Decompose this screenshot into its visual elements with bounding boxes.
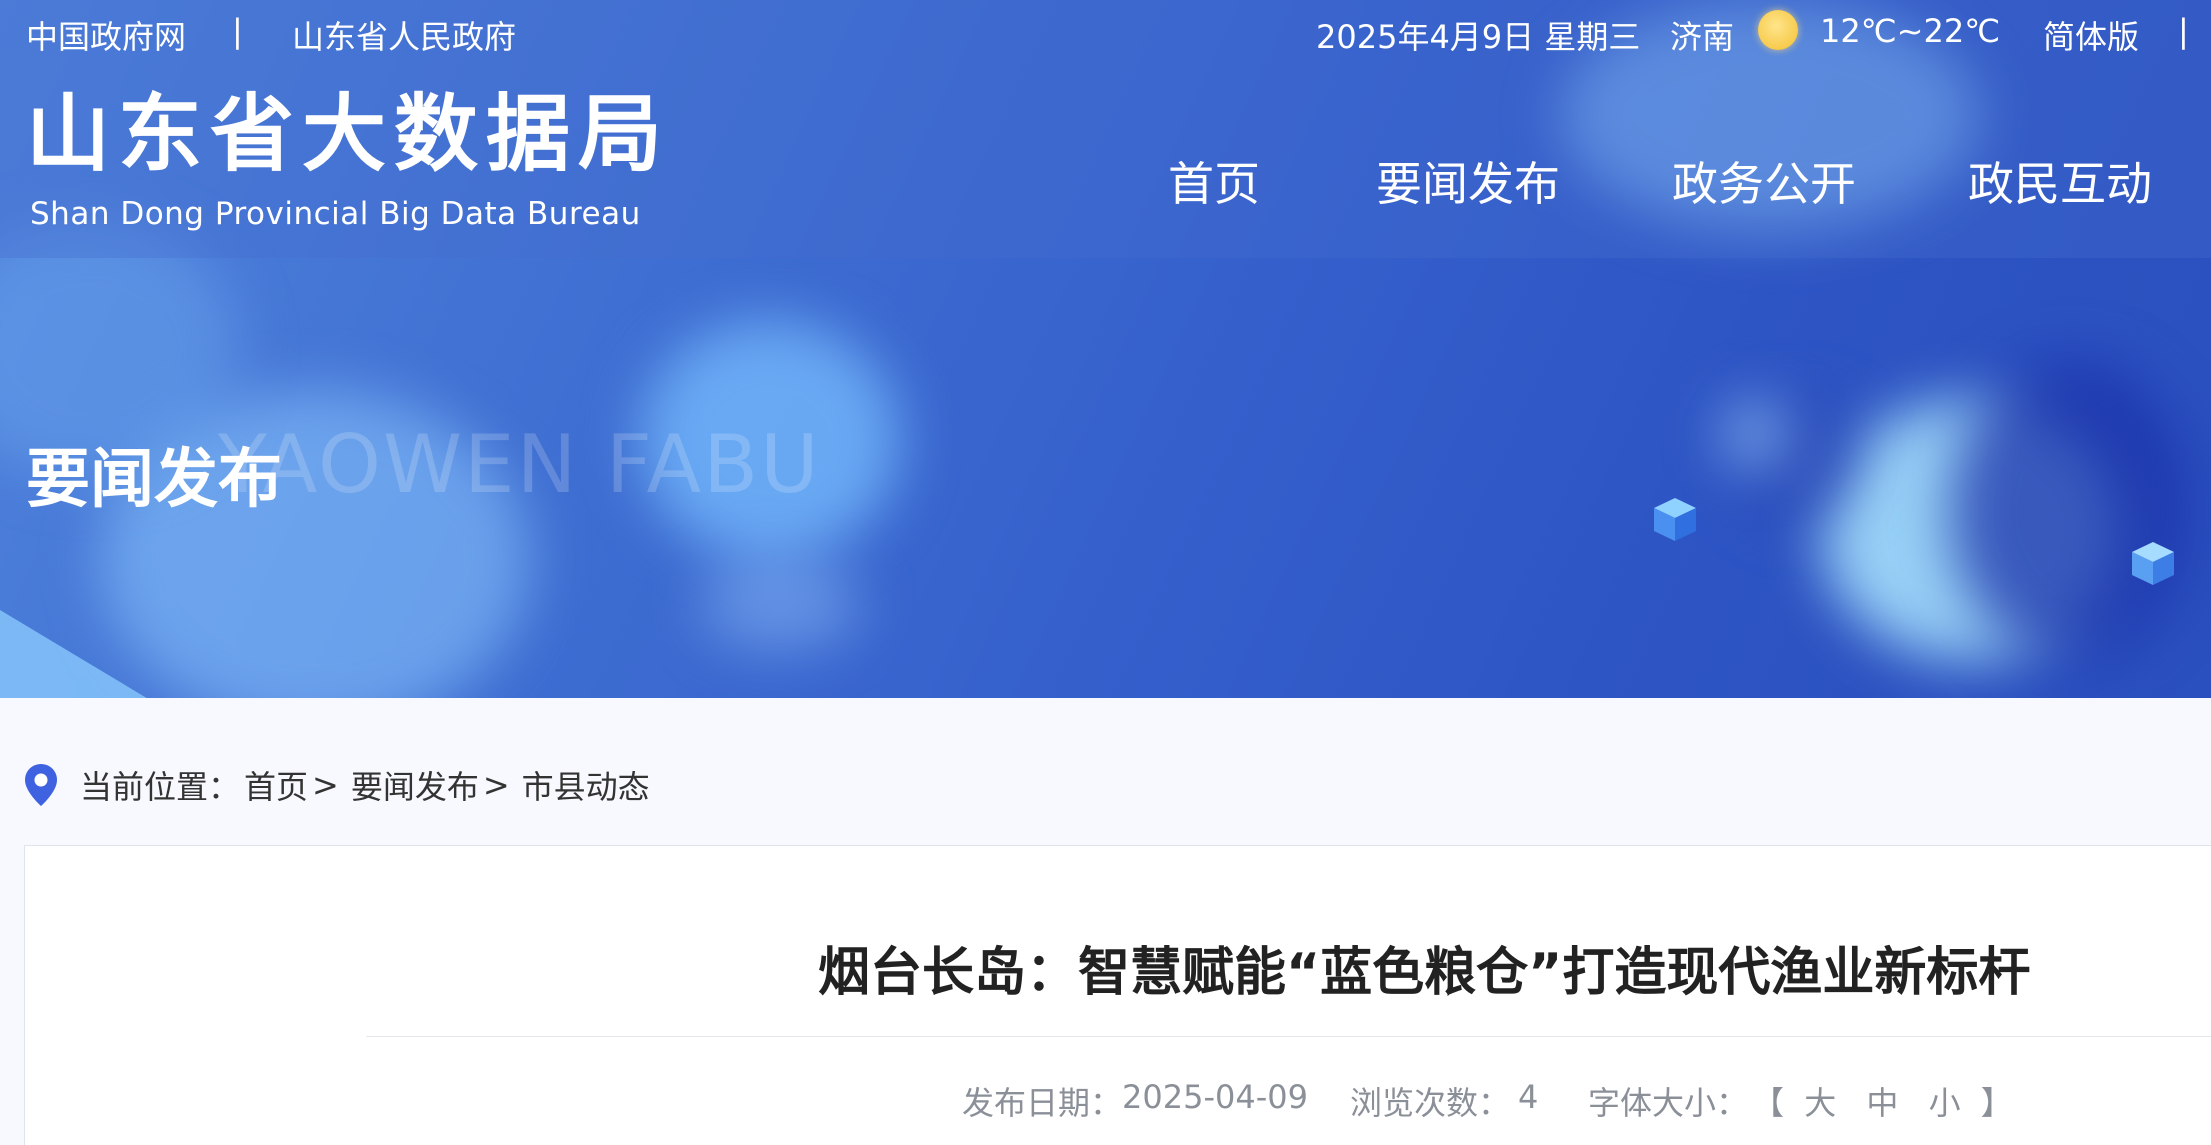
topbar-divider: | <box>232 12 243 50</box>
weather-temperature: 12℃~22℃ <box>1820 12 2001 50</box>
hero-banner: 中国政府网 | 山东省人民政府 2025年4月9日 星期三 济南 12℃~22℃… <box>0 0 2211 698</box>
site-logo-title[interactable]: 山东省大数据局 <box>26 92 670 176</box>
breadcrumb-separator: > <box>312 766 339 804</box>
link-shandong-gov[interactable]: 山东省人民政府 <box>292 12 516 58</box>
weather-city: 济南 <box>1670 18 1735 56</box>
topbar-divider: | <box>2178 12 2189 50</box>
site-logo-subtitle: Shan Dong Provincial Big Data Bureau <box>30 196 641 232</box>
sun-icon <box>1758 10 1798 50</box>
view-count-label: 浏览次数： <box>1350 1084 1511 1122</box>
breadcrumb: 当前位置： 首页 > 要闻发布 > 市县动态 <box>24 760 654 810</box>
publish-date: 2025-04-09 <box>1122 1078 1308 1116</box>
font-size-label: 字体大小： <box>1588 1084 1749 1122</box>
bokeh-shadow <box>1950 360 2190 660</box>
view-count: 4 <box>1518 1078 1539 1116</box>
breadcrumb-city-county-news[interactable]: 市县动态 <box>522 762 650 808</box>
breadcrumb-news-release[interactable]: 要闻发布 <box>351 762 479 808</box>
crystal-shape <box>0 610 150 698</box>
section-title: 要闻发布 <box>26 443 282 517</box>
page: 中国政府网 | 山东省人民政府 2025年4月9日 星期三 济南 12℃~22℃… <box>0 0 2211 1145</box>
font-size-controls: 【 大 中 小 】 <box>1752 1078 2013 1124</box>
current-date: 2025年4月9日 星期三 <box>1316 18 1641 56</box>
font-size-small-button[interactable]: 小 <box>1929 1084 1961 1122</box>
font-size-large-button[interactable]: 大 <box>1804 1084 1836 1122</box>
breadcrumb-label: 当前位置： <box>80 768 241 806</box>
breadcrumb-separator: > <box>482 766 510 804</box>
location-pin-icon <box>25 764 57 806</box>
breadcrumb-home[interactable]: 首页 <box>244 762 308 808</box>
bokeh-light <box>1720 400 1790 470</box>
publish-date-label: 发布日期： <box>962 1084 1123 1122</box>
bracket-open: 【 <box>1752 1084 1785 1122</box>
article-title: 烟台长岛：智慧赋能“蓝色粮仓”打造现代渔业新标杆 <box>818 943 2031 1003</box>
top-utility-bar: 中国政府网 | 山东省人民政府 2025年4月9日 星期三 济南 12℃~22℃… <box>0 0 2211 62</box>
nav-home[interactable]: 首页 <box>1168 148 1260 214</box>
section-title-pinyin: YAOWEN FABU <box>218 418 821 511</box>
language-switch[interactable]: 简体版 <box>2043 12 2139 58</box>
nav-public-interaction[interactable]: 政民互动 <box>1968 148 2152 214</box>
font-size-medium-button[interactable]: 中 <box>1866 1084 1898 1122</box>
cube-icon <box>1654 498 1696 541</box>
bracket-close: 】 <box>1980 1084 2013 1122</box>
cube-icon <box>2132 542 2174 585</box>
nav-news-release[interactable]: 要闻发布 <box>1376 148 1560 214</box>
link-china-gov[interactable]: 中国政府网 <box>26 12 186 58</box>
bokeh-light <box>700 560 860 650</box>
title-divider <box>366 1036 2211 1037</box>
nav-government-affairs[interactable]: 政务公开 <box>1672 148 1856 214</box>
